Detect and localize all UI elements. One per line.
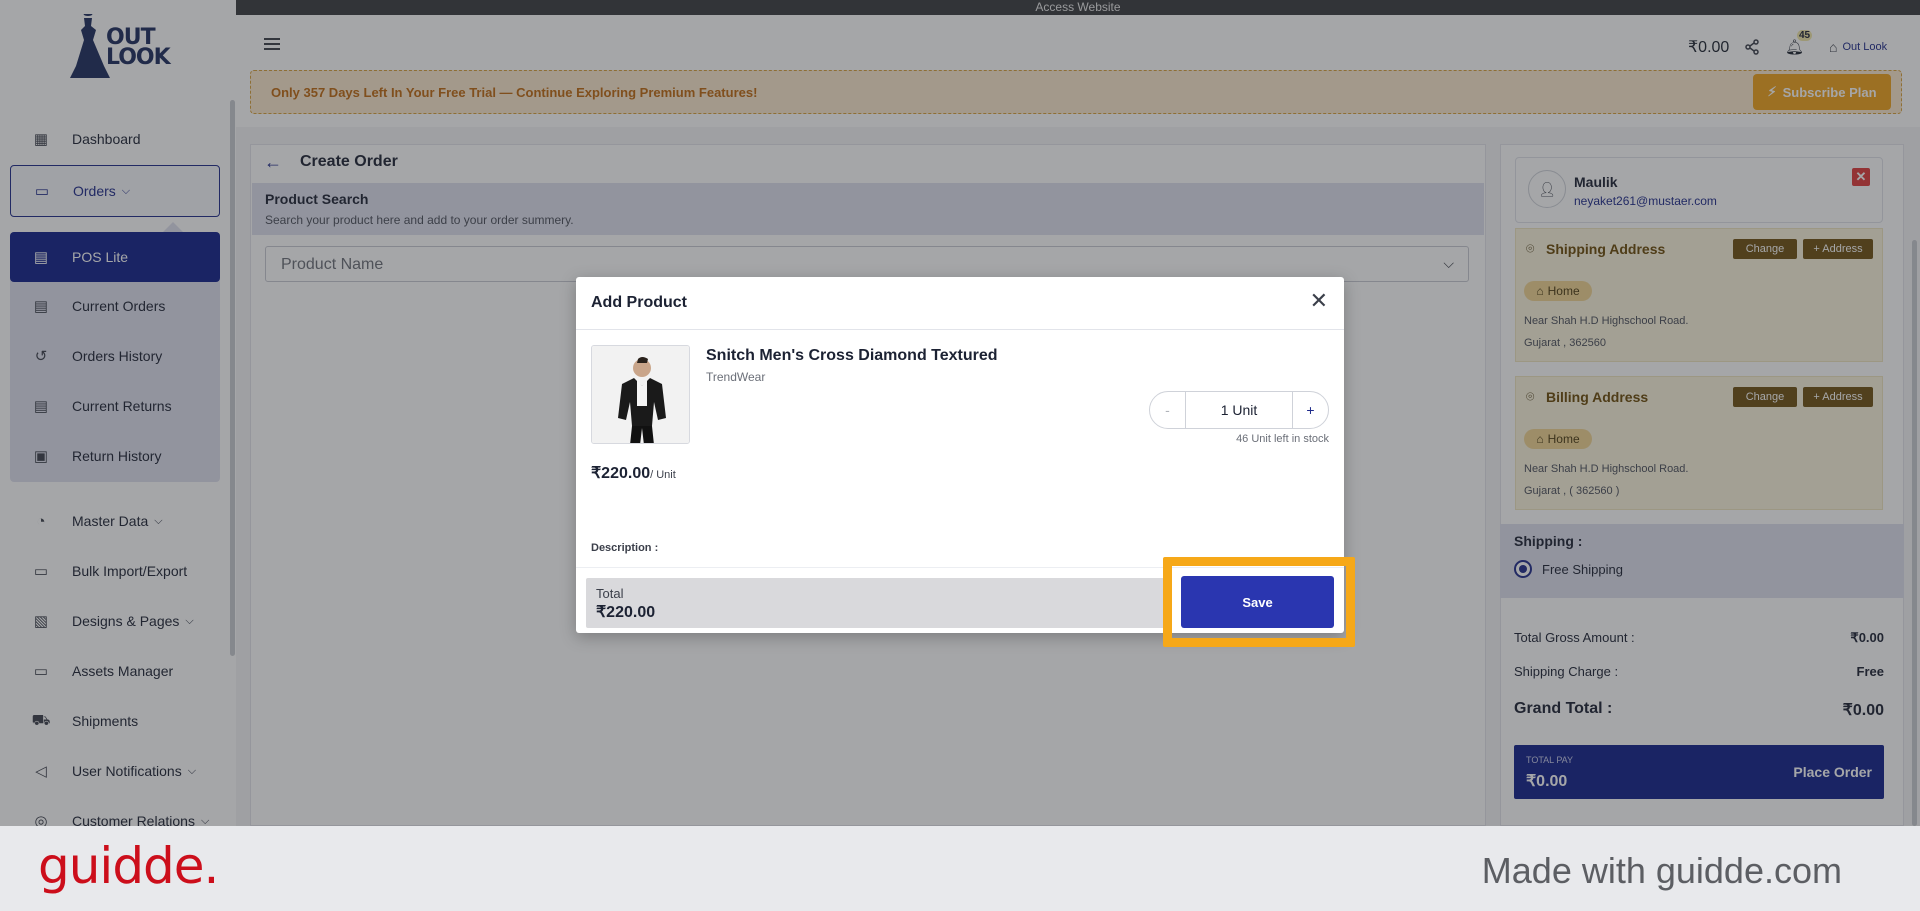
total-label: Total	[596, 586, 624, 601]
quantity-stepper: - 1 Unit +	[1149, 391, 1329, 429]
product-brand: TrendWear	[706, 370, 766, 384]
description-label: Description :	[591, 542, 659, 554]
modal-title: Add Product	[591, 294, 687, 311]
total-value: ₹220.00	[596, 604, 656, 621]
close-icon[interactable]: ✕	[1310, 289, 1328, 313]
guidde-footer: guidde. Made with guidde.com	[0, 826, 1920, 911]
stock-info: 46 Unit left in stock	[1236, 433, 1329, 445]
product-name: Snitch Men's Cross Diamond Textured	[706, 347, 998, 364]
unit-price: ₹220.00/ Unit	[591, 463, 676, 483]
decrease-quantity-button[interactable]: -	[1150, 392, 1186, 428]
product-photo-icon	[592, 346, 689, 443]
quantity-value[interactable]: 1 Unit	[1186, 402, 1292, 418]
increase-quantity-button[interactable]: +	[1292, 392, 1328, 428]
total-box: Total ₹220.00	[586, 578, 1170, 628]
save-button[interactable]: Save	[1181, 576, 1334, 628]
made-with-guidde-text: Made with guidde.com	[1481, 850, 1842, 891]
price-value: ₹220.00	[591, 465, 651, 482]
modal-header: Add Product ✕	[576, 277, 1344, 330]
guidde-logo[interactable]: guidde.	[38, 837, 219, 895]
price-unit: / Unit	[650, 469, 676, 481]
product-image	[591, 345, 690, 444]
